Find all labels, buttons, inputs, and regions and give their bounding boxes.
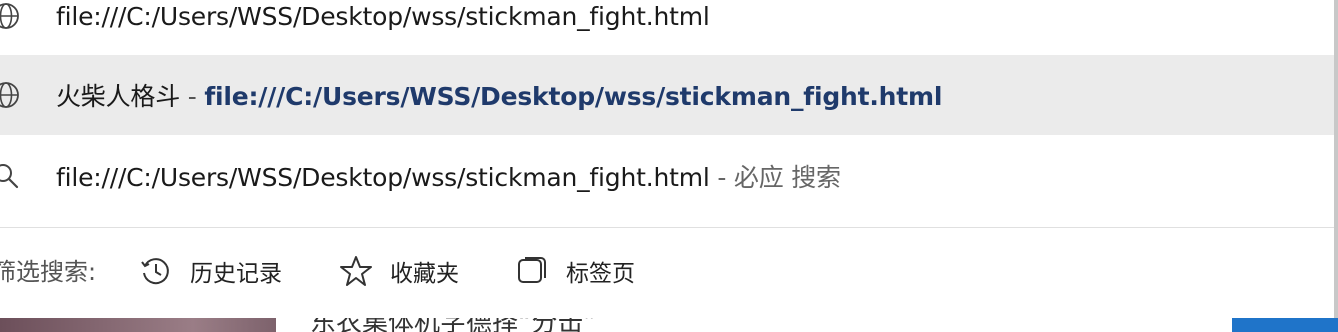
page-url: file:///C:/Users/WSS/Desktop/wss/stickma… xyxy=(204,82,943,111)
search-engine-suffix: - 必应 搜索 xyxy=(709,163,841,192)
underlying-page: 东农集体机字德择“分击” xyxy=(0,318,1338,332)
star-icon xyxy=(336,251,376,291)
suggestion-search[interactable]: file:///C:/Users/WSS/Desktop/wss/stickma… xyxy=(0,136,1338,216)
suggestion-url-text: file:///C:/Users/WSS/Desktop/wss/stickma… xyxy=(56,1,710,31)
blue-action-button[interactable] xyxy=(1232,318,1338,332)
history-clock-icon xyxy=(136,251,176,291)
address-bar-dropdown: file:///C:/Users/WSS/Desktop/wss/stickma… xyxy=(0,0,1338,318)
suggestion-url[interactable]: file:///C:/Users/WSS/Desktop/wss/stickma… xyxy=(0,0,1338,56)
search-query: file:///C:/Users/WSS/Desktop/wss/stickma… xyxy=(56,163,710,192)
suggestion-history-text: 火柴人格斗 - file:///C:/Users/WSS/Desktop/wss… xyxy=(56,77,942,113)
filter-history-button[interactable]: 历史记录 xyxy=(136,247,282,295)
page-title: 火柴人格斗 xyxy=(56,82,181,111)
scrollbar[interactable] xyxy=(1334,0,1338,318)
news-thumbnail xyxy=(0,318,276,332)
filter-tabs-label: 标签页 xyxy=(566,261,635,287)
filter-favorites-button[interactable]: 收藏夹 xyxy=(336,247,459,295)
globe-icon xyxy=(0,0,26,36)
search-icon xyxy=(0,156,26,196)
filter-label: 筛选搜索: xyxy=(0,258,97,286)
filter-tabs-button[interactable]: 标签页 xyxy=(512,247,635,295)
suggestion-search-text: file:///C:/Users/WSS/Desktop/wss/stickma… xyxy=(56,158,841,194)
filter-bar: 筛选搜索: 历史记录 收藏夹 标签页 xyxy=(0,228,1338,316)
suggestion-history[interactable]: 火柴人格斗 - file:///C:/Users/WSS/Desktop/wss… xyxy=(0,55,1338,135)
news-headline: 东农集体机字德择“分击” xyxy=(310,318,597,332)
title-separator: - xyxy=(180,82,205,111)
filter-favorites-label: 收藏夹 xyxy=(390,261,459,287)
filter-history-label: 历史记录 xyxy=(190,261,282,287)
globe-icon xyxy=(0,75,26,115)
tabs-icon xyxy=(512,251,552,291)
